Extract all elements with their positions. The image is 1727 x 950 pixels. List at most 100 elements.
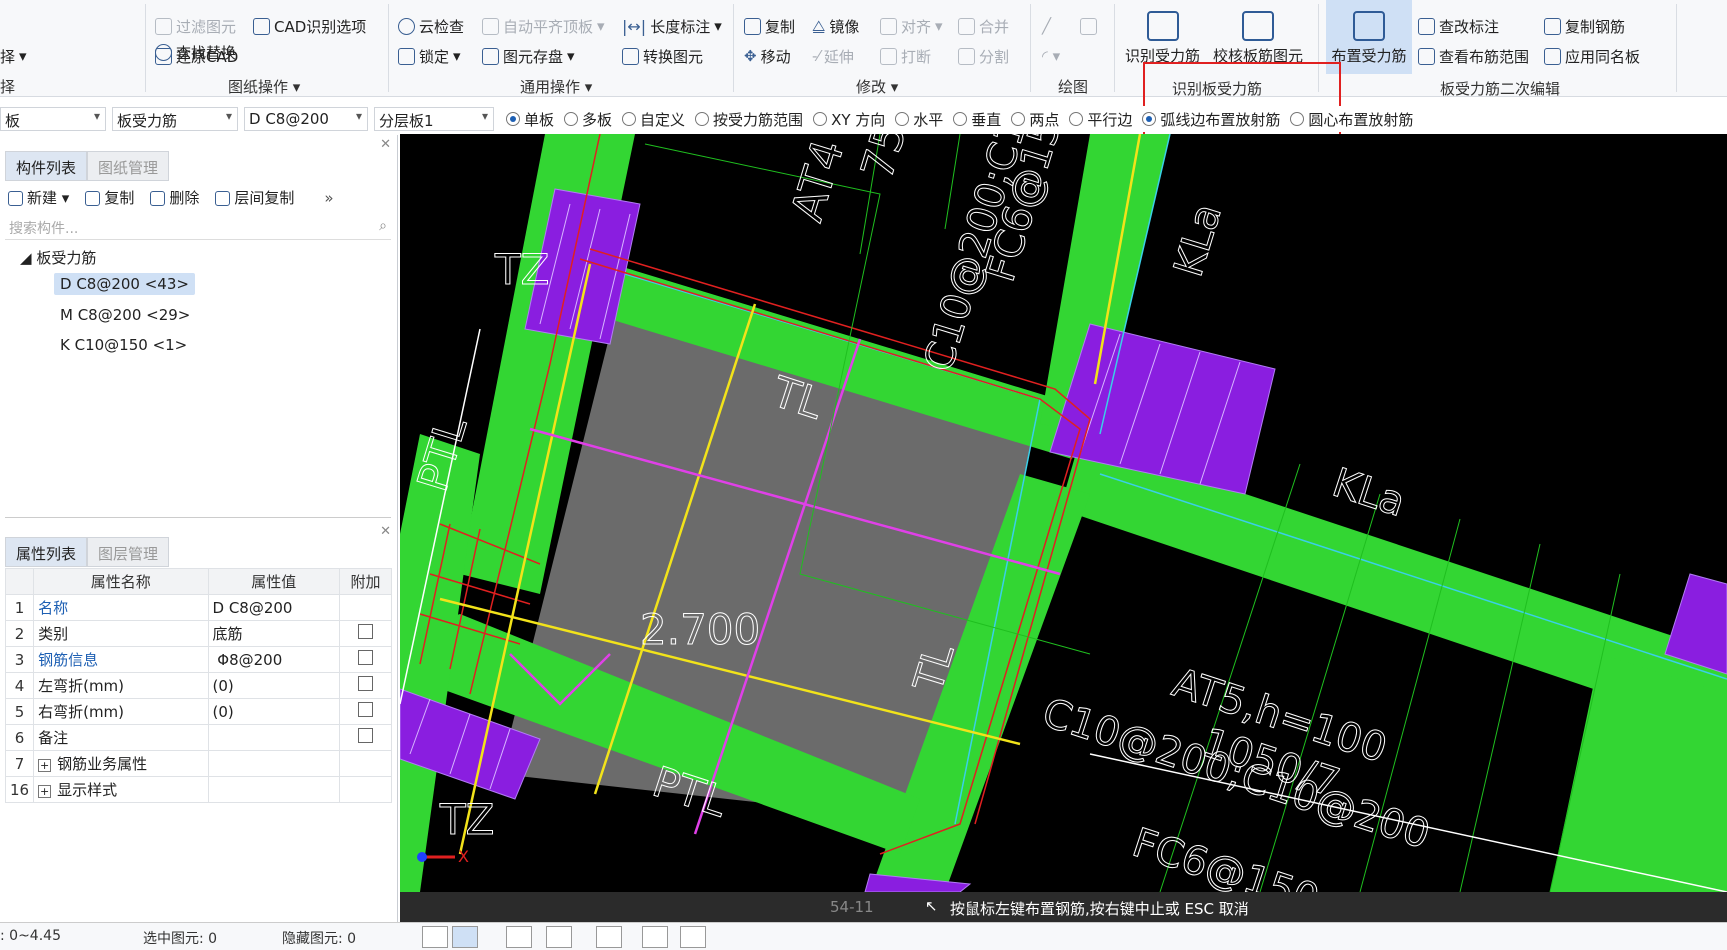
component-search-input[interactable]: 搜索构件... ⌕ [5,216,391,240]
header-cell [4,568,35,595]
table-row[interactable]: 7 + 钢筋业务属性 [4,750,392,777]
checkbox[interactable] [358,650,373,665]
radio-label: 按受力筋范围 [713,110,804,129]
save-element-button[interactable]: 图元存盘 ▾ [482,44,575,68]
element-type-dropdown[interactable]: 板受力筋 [112,107,238,131]
move-button[interactable]: ✥ 移动 [744,44,791,68]
arc-draw-button[interactable]: ◜ ▾ [1042,44,1060,68]
floor-type-dropdown[interactable]: 板 [0,107,106,131]
extra-cell [339,724,392,751]
search-placeholder: 搜索构件... [9,221,79,237]
close-icon[interactable]: ✕ [380,137,391,152]
offset-icon[interactable] [596,926,622,948]
tab-drawing-manage[interactable]: 图纸管理 [87,151,170,181]
group-secondary-edit-label: 板受力筋二次编辑 [1440,80,1561,97]
close-icon[interactable]: ✕ [380,524,391,539]
cad-text: KLa [1327,460,1411,526]
break-button[interactable]: 打断 [880,44,931,68]
view-rebar-range-button[interactable]: 查看布筋范围 [1418,44,1529,68]
table-row[interactable]: 3 钢筋信息 Φ8@200 [4,646,392,673]
new-button[interactable]: 新建 ▾ [8,187,69,208]
merge-button[interactable]: 合并 [958,14,1009,38]
convert-element-button[interactable]: 转换图元 [622,44,703,68]
list-item[interactable]: K C10@150 <1> [60,336,187,354]
property-value[interactable]: 底筋 [207,620,340,647]
delete-button[interactable]: 删除 [150,187,199,208]
cross-icon[interactable] [506,926,532,948]
checkbox[interactable] [358,624,373,639]
line-draw-button[interactable]: ╱ [1042,14,1051,38]
apply-same-slab-button[interactable]: 应用同名板 [1544,44,1640,68]
tree-root[interactable]: ◢ 板受力筋 [20,247,96,268]
radio-custom[interactable]: 自定义 [622,109,685,130]
tab-property-list[interactable]: 属性列表 [5,537,88,567]
restore-cad-button[interactable]: 还原CAD [155,44,238,68]
align-button[interactable]: 对齐 ▾ [880,14,943,38]
header-cell: 属性名称 [33,568,209,595]
table-row[interactable]: 5 右弯折(mm) (0) [4,698,392,725]
property-value[interactable]: Φ8@200 [207,646,340,673]
copy-rebar-button[interactable]: 复制钢筋 [1544,14,1625,38]
list-item[interactable]: M C8@200 <29> [60,306,190,324]
copy-between-floors-button[interactable]: 层间复制 [215,187,294,208]
radio-vertical[interactable]: 垂直 [953,109,1001,130]
checkbox[interactable] [358,676,373,691]
radio-xy-direction[interactable]: XY 方向 [813,109,885,130]
property-value[interactable]: D C8@200 [207,594,340,621]
mirror-button[interactable]: ⧋ 镜像 [812,14,859,38]
radio-arc-edge-radial[interactable]: 弧线边布置放射筋 [1142,109,1280,130]
copy-icon [85,191,101,206]
arc-icon[interactable] [680,926,706,948]
checkbox[interactable] [358,728,373,743]
radio-center-radial[interactable]: 圆心布置放射筋 [1290,109,1413,130]
property-value[interactable]: (0) [207,672,340,699]
select-dropdown[interactable]: 择 ▾ [0,44,27,68]
property-value[interactable] [207,724,340,751]
radio-parallel-edge[interactable]: 平行边 [1069,109,1132,130]
radio-single-slab[interactable]: 单板 [506,109,554,130]
radio-two-points[interactable]: 两点 [1011,109,1059,130]
layer-dropdown[interactable]: 分层板1 [374,107,494,131]
edit-annotation-button[interactable]: 查改标注 [1418,14,1499,38]
radio-label: 多板 [582,110,613,129]
radio-by-rebar-range[interactable]: 按受力筋范围 [695,109,803,130]
property-value[interactable]: (0) [207,698,340,725]
angle-icon[interactable] [546,926,572,948]
table-row[interactable]: 6 备注 [4,724,392,751]
copy-rebar-label: 复制钢筋 [1565,17,1626,36]
tab-component-list[interactable]: 构件列表 [5,151,88,181]
lock-button[interactable]: 锁定 ▾ [398,44,461,68]
property-name: 类别 [33,620,209,647]
copy-component-button[interactable]: 复制 [85,187,134,208]
cad-options-label: CAD识别选项 [274,17,367,36]
radio-horizontal[interactable]: 水平 [895,109,943,130]
table-row[interactable]: 2 类别 底筋 [4,620,392,647]
apply-same-icon [1544,47,1561,65]
cad-canvas[interactable]: AT4 75 C10@200;C10@ FC6@15 TZ KLa KLa TL… [400,134,1727,892]
filter-icon [155,17,172,35]
tab-layer-manage[interactable]: 图层管理 [87,537,170,567]
element-name-dropdown[interactable]: D C8@200 [244,107,368,131]
display-icon[interactable] [642,926,668,948]
snap-icon[interactable] [452,926,478,948]
checkbox[interactable] [358,702,373,717]
auto-align-top-button[interactable]: 自动平齐顶板 ▾ [482,14,605,38]
table-row[interactable]: 1 名称 D C8@200 [4,594,392,621]
expand-plus-icon[interactable]: + [38,785,52,798]
length-dimension-button[interactable]: |↔| 长度标注 ▾ [622,14,722,38]
rect-draw-button[interactable] [1080,14,1097,38]
ortho-icon[interactable] [422,926,448,948]
cloud-check-button[interactable]: 云检查 [398,14,464,38]
table-row[interactable]: 16 + 显示样式 [4,776,392,803]
list-item-label: K C10@150 <1> [60,336,188,354]
copy-button[interactable]: 复制 [744,14,795,38]
expand-icon[interactable]: » [324,189,333,207]
list-item[interactable]: D C8@200 <43> [54,273,195,295]
radio-multi-slab[interactable]: 多板 [564,109,612,130]
split-button[interactable]: 分割 [958,44,1009,68]
table-row[interactable]: 4 左弯折(mm) (0) [4,672,392,699]
cad-options-button[interactable]: CAD识别选项 [253,14,366,38]
filter-element-button[interactable]: 过滤图元 [155,14,236,38]
expand-plus-icon[interactable]: + [38,759,52,772]
extend-button[interactable]: -⁄ 延伸 [812,44,854,68]
